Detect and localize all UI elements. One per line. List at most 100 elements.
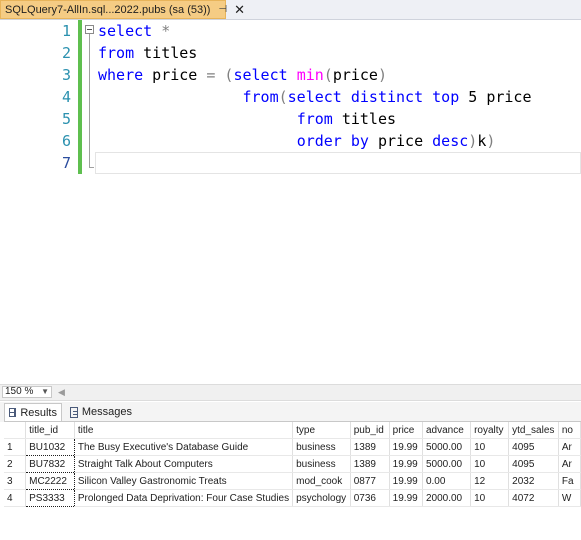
- table-cell[interactable]: 0736: [350, 489, 390, 507]
- code-token: (: [323, 66, 333, 84]
- pin-icon[interactable]: ⊣: [218, 4, 227, 15]
- table-cell[interactable]: 2000.00: [422, 489, 472, 507]
- code-token: order: [296, 132, 342, 150]
- table-cell[interactable]: 19.99: [389, 472, 423, 490]
- column-header[interactable]: title: [74, 422, 294, 439]
- code-line: from titles: [98, 108, 532, 130]
- column-header[interactable]: price: [389, 422, 423, 439]
- line-number: 6: [61, 132, 71, 150]
- editor-status-bar: 150 % ▼ ◀: [0, 384, 581, 401]
- messages-icon: [70, 406, 78, 418]
- zoom-select[interactable]: 150 % ▼: [2, 386, 52, 398]
- table-cell[interactable]: mod_cook: [292, 472, 351, 490]
- column-header[interactable]: pub_id: [350, 422, 390, 439]
- code-token: where: [98, 66, 144, 84]
- results-tab-strip: Results Messages: [0, 402, 581, 422]
- code-token: ): [486, 132, 496, 150]
- code-token: select: [287, 88, 342, 106]
- column-header[interactable]: ytd_sales: [508, 422, 559, 439]
- results-grid[interactable]: title_id title type pub_id price advance royal…: [4, 421, 581, 540]
- row-number[interactable]: 4: [4, 489, 27, 507]
- code-text[interactable]: select * from titles where price = (select…: [98, 20, 532, 174]
- table-cell[interactable]: Straight Talk About Computers: [74, 455, 294, 473]
- tab-messages[interactable]: Messages: [66, 403, 136, 421]
- document-tab-strip: SQLQuery7-AllIn.sql...2022.pubs (sa (53)…: [0, 0, 581, 20]
- code-token: from: [296, 110, 333, 128]
- column-header[interactable]: royalty: [470, 422, 510, 439]
- table-cell[interactable]: 1389: [350, 438, 390, 456]
- table-row[interactable]: 2 BU7832 Straight Talk About Computers busi…: [4, 455, 581, 473]
- table-cell[interactable]: 5000.00: [422, 455, 472, 473]
- outline-guide-end: [89, 167, 94, 168]
- table-cell[interactable]: 0877: [350, 472, 390, 490]
- table-cell[interactable]: Ar: [558, 455, 581, 473]
- tab-results[interactable]: Results: [4, 403, 62, 421]
- query-editor[interactable]: 1234567 select * from titles where price =…: [0, 20, 581, 383]
- line-number-gutter: 1 2 3 4 5 6 7: [0, 20, 78, 383]
- row-number[interactable]: 2: [4, 455, 27, 473]
- table-cell[interactable]: 12: [470, 472, 510, 490]
- code-token: ): [468, 132, 478, 150]
- table-cell[interactable]: 4072: [508, 489, 559, 507]
- line-number: 4: [61, 88, 71, 106]
- code-line: from(select distinct top 5 price: [98, 86, 532, 108]
- table-cell[interactable]: PS3333: [25, 489, 75, 507]
- table-cell[interactable]: Fa: [558, 472, 581, 490]
- table-cell[interactable]: MC2222: [25, 472, 75, 490]
- code-token: (: [278, 88, 288, 106]
- table-cell[interactable]: BU7832: [25, 455, 75, 473]
- table-cell[interactable]: 0.00: [422, 472, 472, 490]
- column-header[interactable]: type: [292, 422, 351, 439]
- table-cell[interactable]: BU1032: [25, 438, 75, 456]
- scroll-left-icon[interactable]: ◀: [58, 387, 65, 398]
- close-icon[interactable]: ✕: [234, 3, 245, 16]
- table-cell[interactable]: Ar: [558, 438, 581, 456]
- query-tab[interactable]: SQLQuery7-AllIn.sql...2022.pubs (sa (53)…: [0, 0, 245, 19]
- table-cell[interactable]: 2032: [508, 472, 559, 490]
- row-header-corner[interactable]: [4, 422, 27, 439]
- code-line: order by price desc)k): [98, 130, 532, 152]
- table-cell[interactable]: 19.99: [389, 489, 423, 507]
- table-row[interactable]: 1 BU1032 The Busy Executive's Database Gui…: [4, 438, 581, 456]
- code-token: from: [242, 88, 279, 106]
- line-number: 5: [61, 110, 71, 128]
- table-cell[interactable]: 10: [470, 489, 510, 507]
- column-header[interactable]: title_id: [25, 422, 75, 439]
- table-cell[interactable]: 19.99: [389, 438, 423, 456]
- code-token: desc: [432, 132, 469, 150]
- table-cell[interactable]: The Busy Executive's Database Guide: [74, 438, 294, 456]
- code-token: price: [332, 66, 378, 84]
- table-cell[interactable]: 10: [470, 455, 510, 473]
- table-row[interactable]: 4 PS3333 Prolonged Data Deprivation: Four …: [4, 489, 581, 507]
- table-cell[interactable]: business: [292, 455, 351, 473]
- grid-icon: [9, 408, 17, 417]
- row-number[interactable]: 3: [4, 472, 27, 490]
- table-cell[interactable]: 19.99: [389, 455, 423, 473]
- results-table: title_id title type pub_id price advance royal…: [4, 422, 581, 507]
- row-number[interactable]: 1: [4, 438, 27, 456]
- table-cell[interactable]: Prolonged Data Deprivation: Four Case St…: [74, 489, 294, 507]
- table-cell[interactable]: Silicon Valley Gastronomic Treats: [74, 472, 294, 490]
- code-token: (: [215, 66, 234, 84]
- table-cell[interactable]: business: [292, 438, 351, 456]
- code-line: where price = (select min(price): [98, 64, 532, 86]
- table-row[interactable]: 3 MC2222 Silicon Valley Gastronomic Treats…: [4, 472, 581, 490]
- table-cell[interactable]: 1389: [350, 455, 390, 473]
- table-cell[interactable]: 4095: [508, 438, 559, 456]
- code-token: select: [98, 22, 153, 40]
- column-header[interactable]: no: [558, 422, 581, 439]
- tab-results-label: Results: [20, 406, 57, 419]
- table-cell[interactable]: 5000.00: [422, 438, 472, 456]
- line-number: 3: [61, 66, 71, 84]
- code-line: from titles: [98, 42, 532, 64]
- table-cell[interactable]: W: [558, 489, 581, 507]
- column-header[interactable]: advance: [422, 422, 472, 439]
- table-cell[interactable]: psychology: [292, 489, 351, 507]
- table-cell[interactable]: 10: [470, 438, 510, 456]
- collapse-outline-icon[interactable]: [85, 25, 94, 34]
- table-cell[interactable]: 4095: [508, 455, 559, 473]
